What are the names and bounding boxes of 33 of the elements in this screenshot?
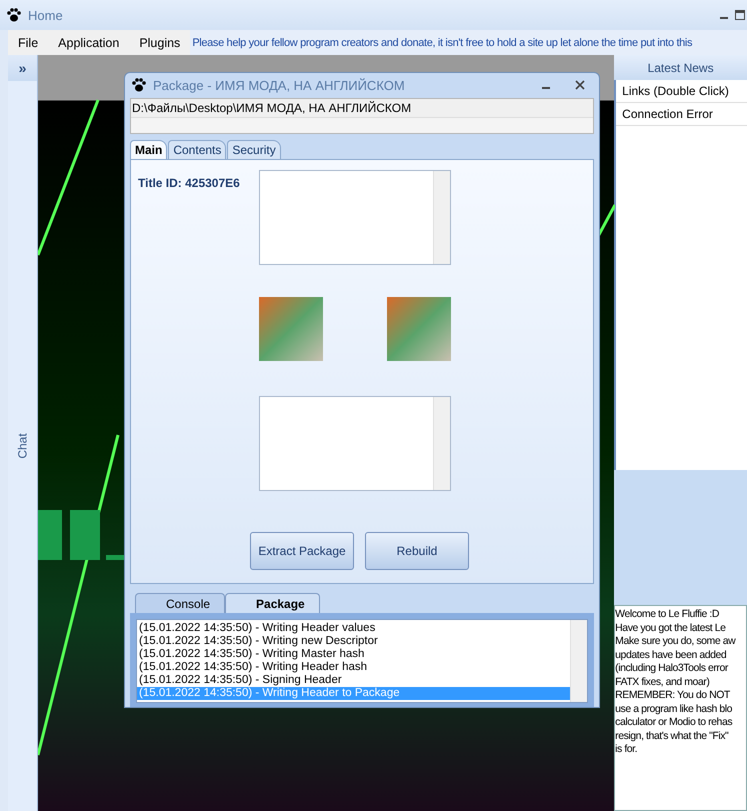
menu-item[interactable]: Application (48, 30, 130, 55)
tab[interactable]: Main (130, 140, 168, 159)
expand-button[interactable]: » (8, 55, 37, 81)
menu-item[interactable]: File (8, 30, 48, 55)
tab[interactable]: Security (227, 140, 281, 159)
news-item[interactable]: Connection Error (616, 103, 747, 126)
close-icon[interactable] (575, 80, 585, 90)
log-row[interactable]: (15.01.2022 14:35:50) - Writing Header hash (137, 661, 570, 674)
photo-placeholder (259, 297, 323, 362)
photo-placeholder (387, 297, 451, 362)
paw-icon (131, 77, 147, 94)
tab[interactable]: Contents (168, 140, 226, 159)
news-header: Latest News (614, 55, 747, 80)
chat-label[interactable]: Chat (15, 433, 30, 459)
tab[interactable]: Console (135, 593, 226, 613)
maximize-icon[interactable] (735, 10, 745, 20)
tab[interactable]: Package (225, 593, 320, 613)
news-message: Welcome to Le Fluffie :D Have you got the latest Le Make sure you do, some aw updates have been added (including Halo3Tools error FATX fixes, and moar) REMEMBER: You do NOT use a program like hash blo calculator or Modio to rehas resign, that's what the "Fix" is for. (614, 605, 747, 811)
log-row[interactable]: (15.01.2022 14:35:50) - Signing Header (137, 674, 570, 687)
paw-icon (6, 7, 22, 23)
path-field[interactable]: D:\Файлы\Desktop\ИМЯ МОДА, НА АНГЛИЙСКОМ (130, 98, 594, 134)
window-title: Home (28, 8, 64, 22)
log-row[interactable]: (15.01.2022 14:35:50) - Writing Master hash (137, 648, 570, 661)
action-button[interactable]: Rebuild (365, 532, 469, 570)
news-item[interactable]: Links (Double Click) (616, 80, 747, 103)
window-title: Package - ИМЯ МОДА, НА АНГЛИЙСКОМ (153, 78, 406, 93)
action-button[interactable]: Extract Package (250, 532, 354, 570)
donate-banner: Please help your fellow program creators and donate, it isn't free to hold a site up let alone the time put into this (190, 30, 747, 55)
log-row[interactable]: (15.01.2022 14:35:50) - Writing Header values (137, 622, 570, 635)
scrollbar[interactable] (570, 620, 587, 702)
menu-item[interactable]: Plugins (129, 30, 190, 55)
log-row[interactable]: (15.01.2022 14:35:50) - Writing new Descriptor (137, 635, 570, 648)
title-id: Title ID: 425307E6 (137, 174, 241, 192)
